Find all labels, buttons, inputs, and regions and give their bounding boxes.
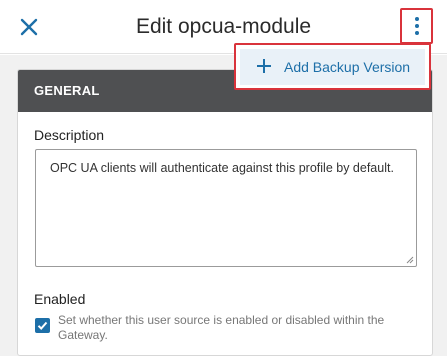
resize-grip-icon[interactable] <box>406 256 414 264</box>
page-title: Edit opcua-module <box>135 15 312 38</box>
general-panel: GENERAL Description OPC UA clients will … <box>17 69 433 356</box>
kebab-vertical-icon <box>414 17 419 21</box>
enabled-help-text: Set whether this user source is enabled … <box>58 313 385 342</box>
description-textarea[interactable]: OPC UA clients will authenticate against… <box>35 149 417 267</box>
add-backup-version-menu-item[interactable]: Add Backup Version <box>240 49 425 85</box>
enabled-label: Enabled <box>34 291 86 307</box>
checkmark-icon <box>37 321 48 330</box>
enabled-checkbox[interactable] <box>35 318 50 333</box>
description-value: OPC UA clients will authenticate against… <box>50 161 394 175</box>
description-label: Description <box>34 127 105 143</box>
add-backup-version-label: Add Backup Version <box>284 59 411 75</box>
more-options-button[interactable] <box>405 12 428 40</box>
plus-icon <box>257 59 271 73</box>
